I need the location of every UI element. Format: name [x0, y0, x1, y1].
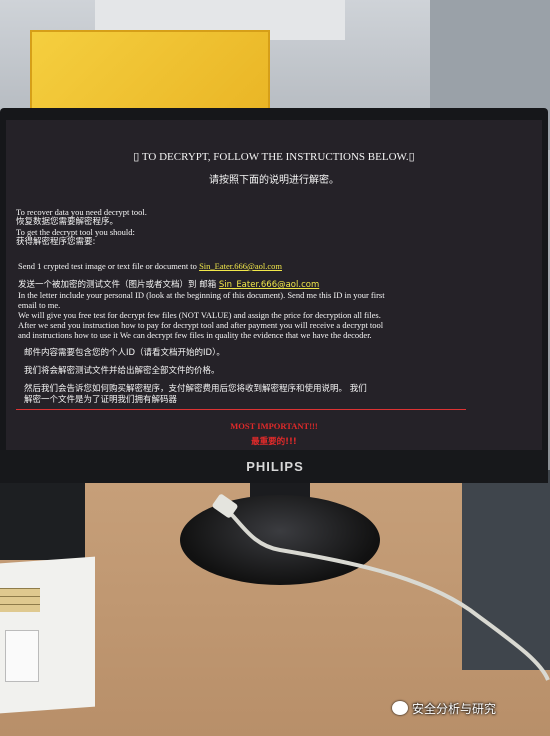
wechat-icon: [392, 701, 408, 715]
usb-cable: [212, 494, 550, 681]
watermark-text: 安全分析与研究: [412, 702, 497, 716]
